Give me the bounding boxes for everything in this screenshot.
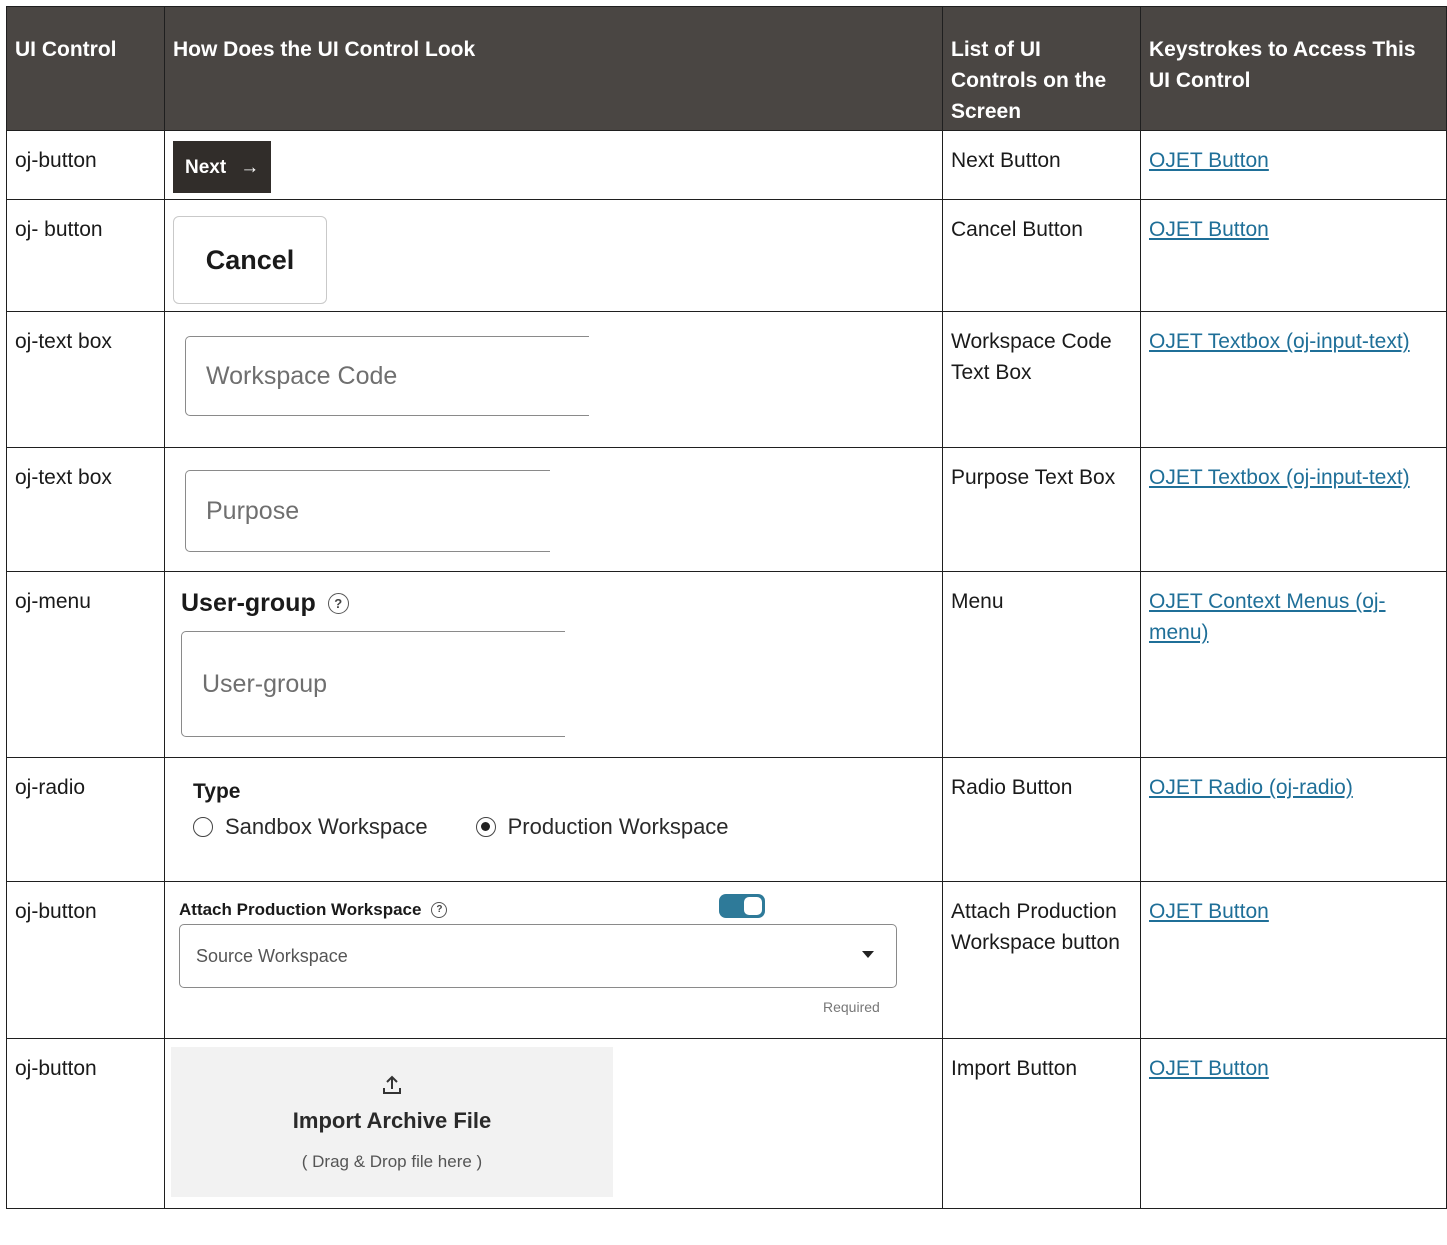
upload-icon xyxy=(383,1075,401,1094)
help-icon[interactable]: ? xyxy=(431,901,448,918)
attach-toggle[interactable] xyxy=(719,894,765,918)
workspace-code-placeholder: Workspace Code xyxy=(206,361,398,390)
user-group-label-text: User-group xyxy=(181,589,316,617)
table-row: oj-text box Purpose Purpose Text Box OJE… xyxy=(6,447,1447,572)
link-cell: OJET Button xyxy=(1140,130,1447,200)
control-cell: oj-radio xyxy=(6,757,165,882)
list-cell: Attach Production Workspace button xyxy=(942,881,1141,1039)
production-radio-label: Production Workspace xyxy=(507,814,729,839)
table-row: oj- button Cancel Cancel Button OJET But… xyxy=(6,199,1447,312)
purpose-placeholder: Purpose xyxy=(206,496,300,525)
list-cell: Menu xyxy=(942,571,1141,758)
ojet-button-link[interactable]: OJET Button xyxy=(1149,1057,1269,1080)
header-ui-control: UI Control xyxy=(6,6,165,131)
help-icon[interactable]: ? xyxy=(327,593,349,614)
attach-label: Attach Production Workspace ? xyxy=(173,894,934,925)
control-cell: oj-button xyxy=(6,1038,165,1209)
cancel-button[interactable]: Cancel xyxy=(173,216,327,304)
table-row: oj-radio Type Sandbox Workspace Producti… xyxy=(6,757,1447,882)
radio-type-label: Type xyxy=(193,780,241,803)
control-cell: oj- button xyxy=(6,199,165,312)
import-wrap: Import Archive File ( Drag & Drop file h… xyxy=(171,1047,934,1203)
ui-controls-table: UI Control How Does the UI Control Look … xyxy=(6,6,1447,1209)
radio-group: Sandbox Workspace Production Workspace xyxy=(193,811,934,842)
required-text: Required xyxy=(823,999,880,1015)
look-cell: Next → xyxy=(164,130,943,200)
sandbox-radio-label: Sandbox Workspace xyxy=(225,814,428,839)
workspace-code-input[interactable]: Workspace Code xyxy=(185,336,589,416)
ojet-textbox-link[interactable]: OJET Textbox (oj-input-text) xyxy=(1149,330,1410,353)
list-cell: Radio Button xyxy=(942,757,1141,882)
control-cell: oj-button xyxy=(6,130,165,200)
look-cell: User-group ? User-group xyxy=(164,571,943,758)
table-row: oj-button Next → Next Button OJET Button xyxy=(6,130,1447,200)
next-button[interactable]: Next → xyxy=(173,141,272,193)
next-label: Next xyxy=(185,156,227,178)
ojet-button-link[interactable]: OJET Button xyxy=(1149,900,1269,923)
caret-down-icon xyxy=(862,951,874,958)
look-cell: Workspace Code xyxy=(164,311,943,448)
look-cell: Cancel xyxy=(164,199,943,312)
ojet-textbox-link[interactable]: OJET Textbox (oj-input-text) xyxy=(1149,466,1410,489)
list-cell: Cancel Button xyxy=(942,199,1141,312)
arrow-right-icon: → xyxy=(240,156,260,178)
source-workspace-select[interactable]: Source Workspace xyxy=(179,924,897,988)
link-cell: OJET Button xyxy=(1140,1038,1447,1209)
table-row: oj-button Import Archive File ( Drag & D… xyxy=(6,1038,1447,1209)
import-title: Import Archive File xyxy=(292,1108,492,1133)
table-row: oj-menu User-group ? User-group Menu OJE… xyxy=(6,571,1447,758)
link-cell: OJET Button xyxy=(1140,881,1447,1039)
user-group-label: User-group ? xyxy=(181,588,934,619)
look-cell: Import Archive File ( Drag & Drop file h… xyxy=(164,1038,943,1209)
header-look: How Does the UI Control Look xyxy=(164,6,943,131)
link-cell: OJET Textbox (oj-input-text) xyxy=(1140,447,1447,572)
list-cell: Workspace Code Text Box xyxy=(942,311,1141,448)
attach-label-text: Attach Production Workspace xyxy=(179,900,422,919)
look-cell: Type Sandbox Workspace Production Worksp… xyxy=(164,757,943,882)
import-archive-button[interactable]: Import Archive File ( Drag & Drop file h… xyxy=(171,1047,613,1197)
purpose-input[interactable]: Purpose xyxy=(185,470,550,552)
user-group-input[interactable]: User-group xyxy=(181,631,565,737)
user-group-placeholder: User-group xyxy=(202,669,328,698)
ojet-radio-link[interactable]: OJET Radio (oj-radio) xyxy=(1149,776,1353,799)
link-cell: OJET Button xyxy=(1140,199,1447,312)
header-list: List of UI Controls on the Screen xyxy=(942,6,1141,131)
list-cell: Import Button xyxy=(942,1038,1141,1209)
table-header-row: UI Control How Does the UI Control Look … xyxy=(6,6,1447,131)
control-cell: oj-button xyxy=(6,881,165,1039)
ojet-button-link[interactable]: OJET Button xyxy=(1149,149,1269,172)
look-cell: Purpose xyxy=(164,447,943,572)
import-subtitle: ( Drag & Drop file here ) xyxy=(301,1152,483,1171)
attach-group: Attach Production Workspace ? Source Wor… xyxy=(173,894,934,1024)
link-cell: OJET Textbox (oj-input-text) xyxy=(1140,311,1447,448)
ojet-button-link[interactable]: OJET Button xyxy=(1149,218,1269,241)
link-cell: OJET Context Menus (oj-menu) xyxy=(1140,571,1447,758)
list-cell: Purpose Text Box xyxy=(942,447,1141,572)
control-cell: oj-menu xyxy=(6,571,165,758)
control-cell: oj-text box xyxy=(6,447,165,572)
table-row: oj-text box Workspace Code Workspace Cod… xyxy=(6,311,1447,448)
source-workspace-placeholder: Source Workspace xyxy=(196,945,348,966)
header-keystrokes: Keystrokes to Access This UI Control xyxy=(1140,6,1447,131)
list-cell: Next Button xyxy=(942,130,1141,200)
sandbox-radio[interactable] xyxy=(193,816,213,837)
look-cell: Attach Production Workspace ? Source Wor… xyxy=(164,881,943,1039)
ojet-context-menus-link[interactable]: OJET Context Menus (oj-menu) xyxy=(1149,590,1386,644)
table-row: oj-button Attach Production Workspace ? … xyxy=(6,881,1447,1039)
link-cell: OJET Radio (oj-radio) xyxy=(1140,757,1447,882)
production-radio[interactable] xyxy=(475,816,496,837)
control-cell: oj-text box xyxy=(6,311,165,448)
